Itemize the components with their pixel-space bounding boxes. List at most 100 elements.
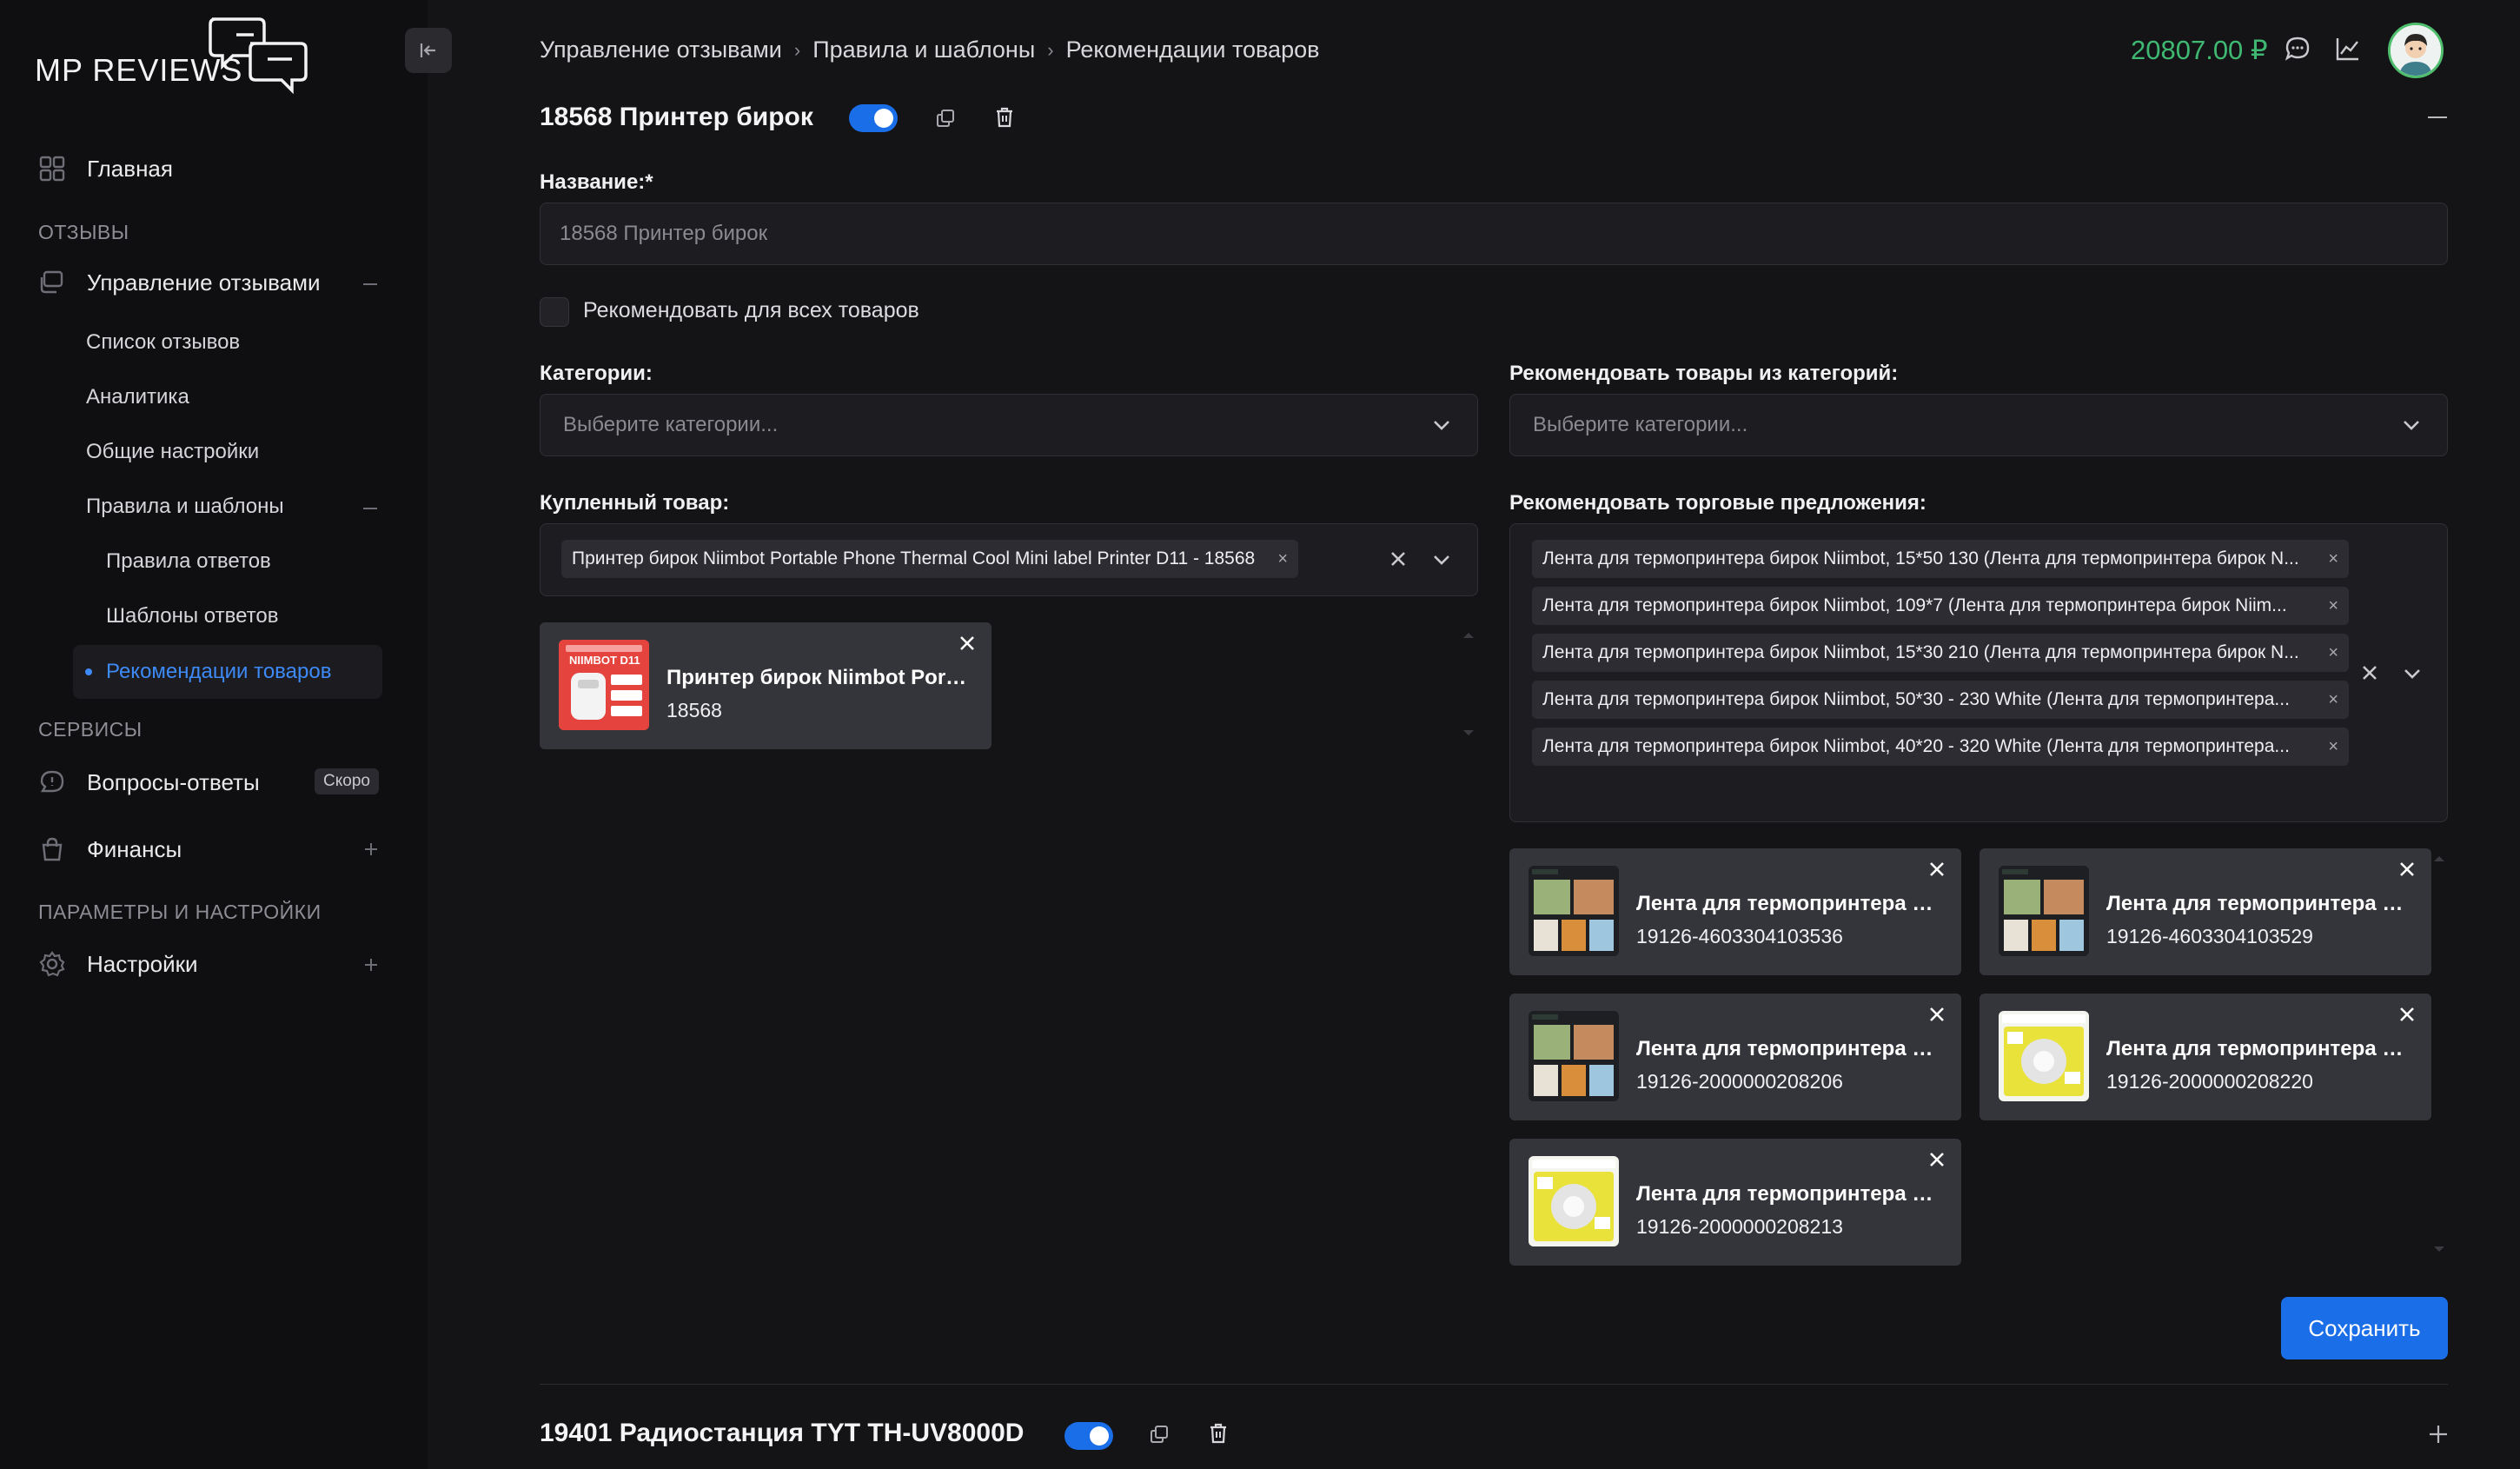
card-title: Лента для термопринтера би... <box>1636 1037 1940 1060</box>
offer-chip-text: Лента для термопринтера бирок Niimbot, 4… <box>1542 736 2290 756</box>
question-bubble-icon <box>38 768 66 796</box>
clear-icon[interactable] <box>2360 663 2379 682</box>
close-icon[interactable] <box>1926 859 1947 880</box>
remove-chip-icon[interactable]: × <box>1265 549 1288 569</box>
remove-chip-icon[interactable]: × <box>2316 549 2338 569</box>
recommend-all-checkbox[interactable] <box>540 297 569 327</box>
trash-icon[interactable] <box>1208 1422 1229 1445</box>
product-thumbnail <box>1529 1156 1619 1246</box>
section-reviews-label: ОТЗЫВЫ <box>38 221 129 243</box>
label-tape-image-icon <box>1529 1011 1619 1101</box>
avatar-face-icon <box>2391 25 2441 76</box>
card-sku: 19126-4603304103529 <box>2106 925 2313 947</box>
chevron-down-icon[interactable] <box>2403 664 2422 683</box>
close-icon[interactable] <box>1926 1004 1947 1025</box>
offer-chip: Лента для термопринтера бирок Niimbot, 1… <box>1532 634 2349 672</box>
scroll-up-icon[interactable] <box>1463 633 1474 638</box>
rec-categories-select[interactable]: Выберите категории... <box>1509 394 2448 456</box>
nav-reviews-management[interactable]: Управление отзывами <box>38 269 321 296</box>
remove-chip-icon[interactable]: × <box>2316 643 2338 663</box>
analytics-chart-icon[interactable] <box>2334 35 2362 63</box>
nav-reviews-list[interactable]: Список отзывов <box>86 330 240 355</box>
scroll-down-icon[interactable] <box>1463 730 1474 735</box>
soon-badge: Скоро <box>315 768 379 794</box>
nav-home[interactable]: Главная <box>38 155 173 183</box>
offer-product-card: Лента для термопринтера би... 19126-46033… <box>1980 848 2431 975</box>
collapse-sidebar-button[interactable] <box>405 28 452 73</box>
breadcrumb-item[interactable]: Управление отзывами <box>540 37 782 63</box>
card-title: Принтер бирок Niimbot Portab... <box>666 666 971 689</box>
save-button[interactable]: Сохранить <box>2281 1297 2448 1359</box>
divider <box>540 1384 2448 1385</box>
next-rule-enabled-toggle[interactable] <box>1064 1422 1113 1450</box>
close-icon[interactable] <box>957 633 978 654</box>
copy-icon[interactable] <box>935 108 956 129</box>
purchased-chip: Принтер бирок Niimbot Portable Phone The… <box>561 540 1298 578</box>
section-settings-label: ПАРАМЕТРЫ И НАСТРОЙКИ <box>38 901 322 923</box>
chevron-right-icon: › <box>793 38 801 61</box>
copy-icon[interactable] <box>1149 1424 1170 1445</box>
balance[interactable]: 20807.00 ₽ <box>2131 35 2268 66</box>
chevron-down-icon[interactable] <box>1432 415 1451 435</box>
nav-qa-label: Вопросы-ответы <box>87 768 260 795</box>
nav-settings[interactable]: Настройки <box>38 950 198 978</box>
categories-select[interactable]: Выберите категории... <box>540 394 1478 456</box>
remove-chip-icon[interactable]: × <box>2316 690 2338 710</box>
nav-general-settings[interactable]: Общие настройки <box>86 440 259 464</box>
nav-product-recommendations-label: Рекомендации товаров <box>106 660 332 683</box>
card-sku: 19126-2000000208213 <box>1636 1215 1843 1238</box>
user-avatar[interactable] <box>2388 23 2444 78</box>
printer-image-icon: NIIMBOT D11 <box>559 640 649 730</box>
trash-icon[interactable] <box>994 106 1015 129</box>
categories-label: Категории: <box>540 362 653 385</box>
recommend-all-label[interactable]: Рекомендовать для всех товаров <box>583 298 919 323</box>
close-icon[interactable] <box>2397 1004 2417 1025</box>
scroll-up-icon[interactable] <box>2434 856 2444 861</box>
nav-product-recommendations[interactable]: Рекомендации товаров <box>73 645 382 699</box>
purchased-product-card: NIIMBOT D11 Принтер бирок Niimbot Portab… <box>540 622 991 749</box>
nav-answer-templates[interactable]: Шаблоны ответов <box>106 604 278 628</box>
chat-bubbles-icon <box>209 17 308 95</box>
nav-home-label: Главная <box>87 155 173 182</box>
categories-placeholder: Выберите категории... <box>563 413 779 436</box>
collapse-rules-icon[interactable] <box>363 508 377 509</box>
product-thumbnail: NIIMBOT D11 <box>559 640 649 730</box>
offer-chip-text: Лента для термопринтера бирок Niimbot, 1… <box>1542 595 2287 615</box>
product-thumbnail <box>1999 866 2089 956</box>
nav-rules-templates[interactable]: Правила и шаблоны <box>86 495 284 519</box>
messages-icon[interactable] <box>2284 35 2311 63</box>
expand-rule-icon[interactable] <box>2428 1424 2449 1445</box>
offer-chip-text: Лента для термопринтера бирок Niimbot, 1… <box>1542 548 2299 568</box>
clear-icon[interactable] <box>1389 549 1408 568</box>
offer-chip: Лента для термопринтера бирок Niimbot, 1… <box>1532 587 2349 625</box>
nav-answer-rules[interactable]: Правила ответов <box>106 549 271 574</box>
card-sku: 18568 <box>666 699 722 721</box>
expand-settings-icon[interactable] <box>363 957 379 973</box>
rec-categories-label: Рекомендовать товары из категорий: <box>1509 362 1899 385</box>
breadcrumb-item[interactable]: Правила и шаблоны <box>812 37 1035 63</box>
label-tape-image-icon <box>1529 866 1619 956</box>
chevron-down-icon[interactable] <box>2402 415 2421 435</box>
sidebar: MP REVIEWS Главная ОТЗЫВЫ Управление отз… <box>0 0 428 1469</box>
close-icon[interactable] <box>1926 1149 1947 1170</box>
name-input[interactable]: 18568 Принтер бирок <box>540 203 2448 265</box>
active-dot-icon <box>85 668 92 675</box>
collapse-reviews-icon[interactable] <box>363 283 377 285</box>
logo[interactable]: MP REVIEWS <box>35 16 313 99</box>
chevron-down-icon[interactable] <box>1432 550 1451 569</box>
collapse-rule-icon[interactable] <box>2428 116 2447 118</box>
offer-product-card: Лента для термопринтера би... 19126-20000… <box>1509 1139 1961 1266</box>
expand-finance-icon[interactable] <box>363 841 379 857</box>
rule-enabled-toggle[interactable] <box>849 104 898 132</box>
nav-qa[interactable]: Вопросы-ответы <box>38 768 260 796</box>
label-tape-image-icon <box>1529 1156 1619 1246</box>
nav-analytics[interactable]: Аналитика <box>86 385 189 409</box>
scroll-down-icon[interactable] <box>2434 1246 2444 1252</box>
breadcrumb: Управление отзывами › Правила и шаблоны … <box>540 37 1319 63</box>
nav-finance[interactable]: Финансы <box>38 835 182 863</box>
remove-chip-icon[interactable]: × <box>2316 596 2338 616</box>
remove-chip-icon[interactable]: × <box>2316 737 2338 757</box>
next-rule-title[interactable]: 19401 Радиостанция TYT TH-UV8000D <box>540 1419 1024 1448</box>
product-thumbnail <box>1529 1011 1619 1101</box>
close-icon[interactable] <box>2397 859 2417 880</box>
